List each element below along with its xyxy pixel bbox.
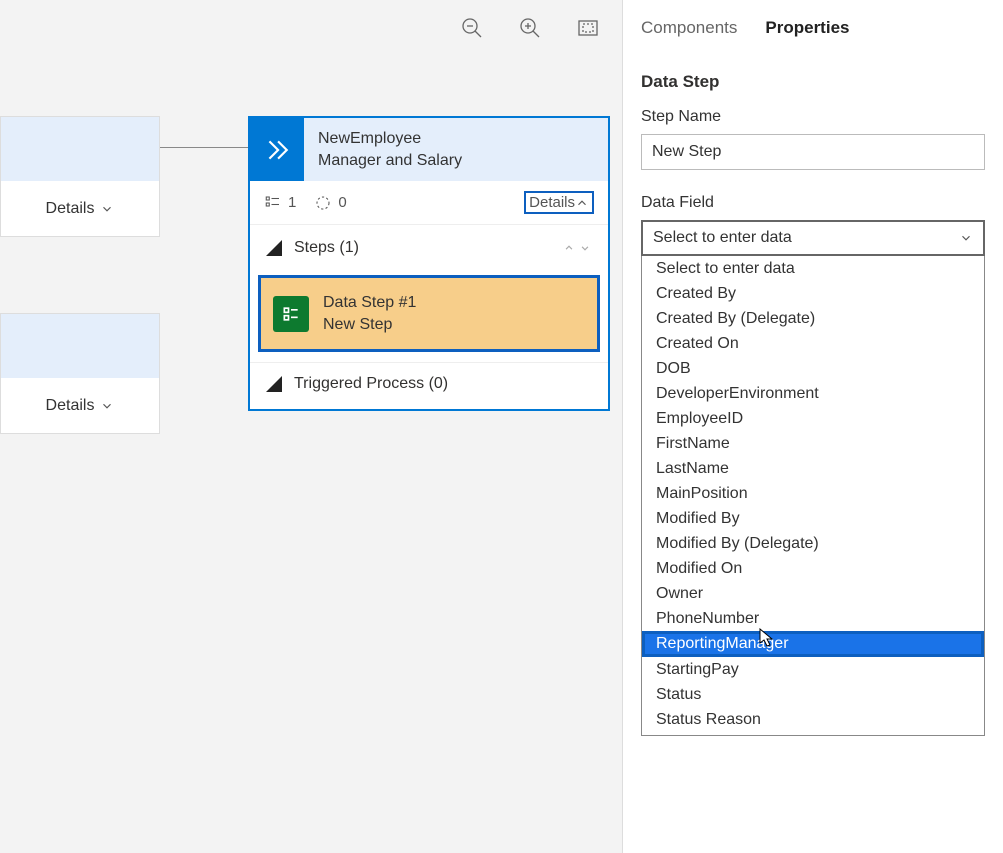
triggered-header-label: Triggered Process (0): [294, 375, 448, 393]
step-line1: Data Step #1: [323, 292, 416, 314]
stage-meta-row: 1 0 Details: [250, 181, 608, 225]
chevron-down-icon: [959, 231, 973, 245]
reorder-arrows[interactable]: [562, 241, 592, 255]
dropdown-option[interactable]: DeveloperEnvironment: [642, 381, 984, 406]
data-field-label: Data Field: [641, 194, 985, 212]
dropdown-option[interactable]: MainPosition: [642, 481, 984, 506]
zoom-in-icon[interactable]: [516, 14, 544, 42]
stage-card-selected[interactable]: NewEmployee Manager and Salary 1 0 Detai…: [248, 116, 610, 411]
stage-chevron-icon: [250, 118, 304, 181]
dropdown-option[interactable]: StartingPay: [642, 657, 984, 682]
data-step-icon: [273, 296, 309, 332]
dropdown-option[interactable]: Modified By (Delegate): [642, 531, 984, 556]
tab-properties[interactable]: Properties: [765, 18, 849, 38]
chevron-up-icon: [575, 196, 589, 210]
chevron-down-icon: [100, 399, 114, 413]
stage-header: NewEmployee Manager and Salary: [250, 118, 608, 181]
dropdown-option[interactable]: Created On: [642, 331, 984, 356]
stage-title-line2: Manager and Salary: [318, 150, 462, 172]
panel-heading: Data Step: [641, 72, 985, 92]
dropdown-option[interactable]: EmployeeID: [642, 406, 984, 431]
tab-components[interactable]: Components: [641, 18, 737, 38]
dropdown-option[interactable]: Status Reason: [642, 707, 984, 732]
details-label: Details: [46, 200, 95, 218]
dropdown-option[interactable]: FirstName: [642, 431, 984, 456]
composed-count: 0: [314, 194, 346, 212]
fit-screen-icon[interactable]: [574, 14, 602, 42]
step-name-input[interactable]: [641, 134, 985, 170]
dropdown-option[interactable]: Created By: [642, 281, 984, 306]
zoom-out-icon[interactable]: [458, 14, 486, 42]
panel-tabs: Components Properties: [641, 0, 985, 44]
data-field-placeholder: Select to enter data: [653, 229, 792, 247]
dropdown-option[interactable]: PhoneNumber: [642, 606, 984, 631]
expand-tri-icon: [266, 240, 282, 256]
expand-tri-icon: [266, 376, 282, 392]
dropdown-option[interactable]: LastName: [642, 456, 984, 481]
triggered-section-header[interactable]: Triggered Process (0): [250, 362, 608, 409]
dropdown-option[interactable]: Owner: [642, 581, 984, 606]
details-toggle[interactable]: Details: [524, 191, 594, 214]
data-field-dropdown[interactable]: Select to enter dataCreated ByCreated By…: [641, 256, 985, 736]
dropdown-option[interactable]: ReportingManager: [642, 631, 984, 657]
step-name-label: Step Name: [641, 108, 985, 126]
partial-stage-card-1[interactable]: Details: [0, 116, 160, 237]
dropdown-option[interactable]: Modified By: [642, 506, 984, 531]
details-label: Details: [46, 397, 95, 415]
properties-panel: Components Properties Data Step Step Nam…: [623, 0, 1003, 853]
step-line2: New Step: [323, 314, 416, 336]
stage-title-line1: NewEmployee: [318, 128, 462, 150]
data-step-item-selected[interactable]: Data Step #1 New Step: [258, 275, 600, 352]
steps-section-header[interactable]: Steps (1): [250, 225, 608, 271]
dropdown-option[interactable]: Status: [642, 682, 984, 707]
partial-stage-card-2[interactable]: Details: [0, 313, 160, 434]
chevron-down-icon: [100, 202, 114, 216]
data-field-select[interactable]: Select to enter data: [641, 220, 985, 256]
dropdown-option[interactable]: DOB: [642, 356, 984, 381]
dropdown-option[interactable]: Select to enter data: [642, 256, 984, 281]
workflow-canvas[interactable]: Details Details NewEmployee Manager and …: [0, 0, 623, 853]
steps-header-label: Steps (1): [294, 239, 359, 257]
dropdown-option[interactable]: TesterProduct: [642, 732, 984, 736]
canvas-toolbar: [458, 14, 602, 42]
steps-count: 1: [264, 194, 296, 212]
dropdown-option[interactable]: Created By (Delegate): [642, 306, 984, 331]
dropdown-option[interactable]: Modified On: [642, 556, 984, 581]
